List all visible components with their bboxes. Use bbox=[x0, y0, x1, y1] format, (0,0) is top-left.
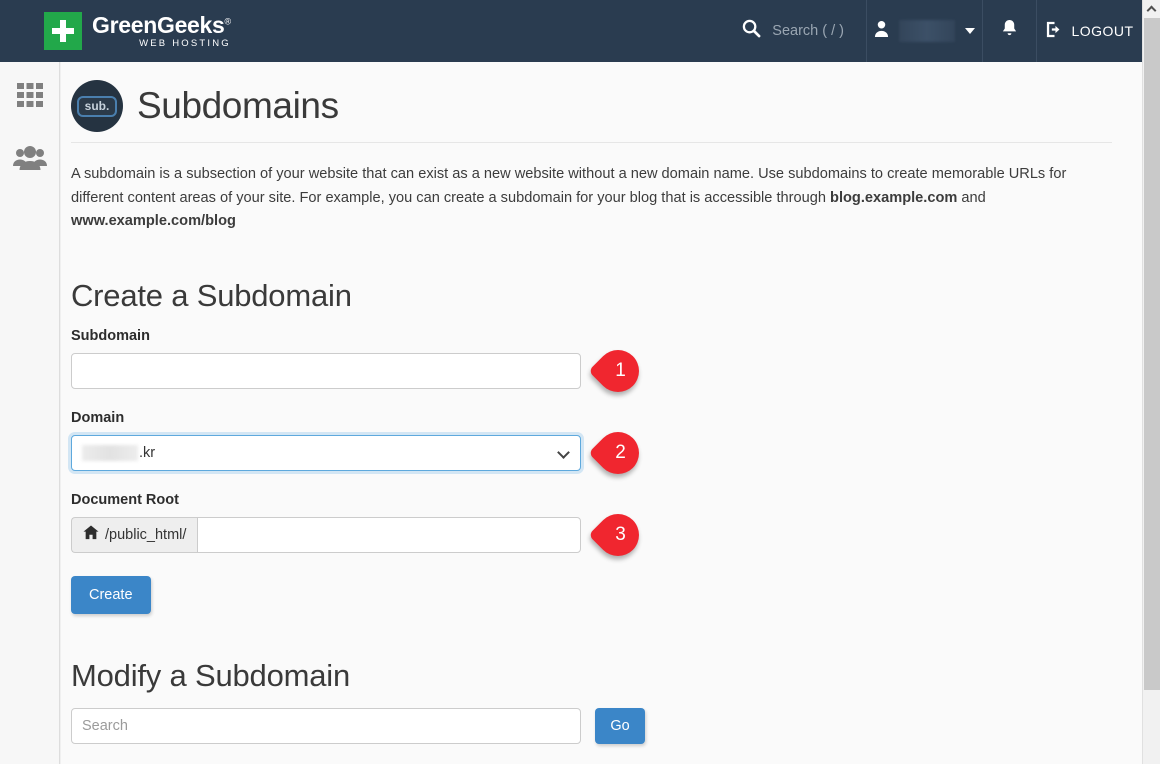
document-root-label: Document Root bbox=[71, 491, 179, 508]
grid-icon bbox=[16, 83, 43, 107]
subdomain-field-row: 1 bbox=[71, 341, 1112, 401]
chevron-up-icon bbox=[1146, 5, 1157, 16]
plus-icon bbox=[52, 20, 74, 42]
document-root-field-row: /public_html/ 3 bbox=[71, 505, 1112, 565]
callout-badge-3: 3 bbox=[588, 505, 648, 565]
scrollbar-thumb[interactable] bbox=[1144, 18, 1160, 690]
bell-icon bbox=[1001, 19, 1018, 43]
subdomain-input[interactable] bbox=[71, 352, 581, 389]
top-header-bar: GreenGeeks® WEB HOSTING Search ( / ) LOG… bbox=[0, 0, 1142, 62]
logo-name: GreenGeeks® bbox=[92, 11, 232, 38]
sidebar-item-user-manager[interactable] bbox=[10, 138, 50, 178]
scrollbar-up-button[interactable] bbox=[1143, 0, 1160, 18]
modify-section-title: Modify a Subdomain bbox=[71, 657, 351, 693]
description-text-2: and bbox=[957, 189, 986, 206]
main-content: sub. Subdomains A subdomain is a subsect… bbox=[61, 62, 1142, 764]
search-input[interactable]: Search ( / ) bbox=[772, 23, 844, 39]
document-root-group: /public_html/ bbox=[71, 516, 581, 553]
page-description: A subdomain is a subsection of your webs… bbox=[71, 163, 1112, 234]
logout-label: LOGOUT bbox=[1071, 23, 1134, 39]
domain-select[interactable]: .kr bbox=[71, 434, 581, 471]
document-root-prefix: /public_html/ bbox=[71, 516, 198, 553]
logout-icon bbox=[1045, 20, 1064, 42]
callout-badge-1: 1 bbox=[588, 341, 648, 401]
subdomain-label: Subdomain bbox=[71, 327, 150, 344]
document-root-input[interactable] bbox=[197, 516, 581, 553]
document-root-prefix-label: /public_html/ bbox=[105, 526, 187, 543]
modify-search-row: Go bbox=[71, 707, 1112, 744]
left-sidebar bbox=[0, 62, 60, 764]
sidebar-item-apps-grid[interactable] bbox=[10, 76, 50, 116]
logout-button[interactable]: LOGOUT bbox=[1036, 0, 1142, 62]
page-title: Subdomains bbox=[137, 85, 339, 126]
domain-tld: .kr bbox=[139, 444, 156, 461]
user-name-label bbox=[899, 20, 955, 42]
chevron-down-icon bbox=[965, 28, 975, 34]
page-header: sub. Subdomains bbox=[71, 80, 1112, 143]
logo-mark bbox=[44, 12, 82, 50]
callout-number: 2 bbox=[615, 441, 626, 463]
modify-search-input[interactable] bbox=[71, 707, 581, 744]
header-search[interactable]: Search ( / ) bbox=[732, 0, 866, 62]
callout-number: 3 bbox=[615, 523, 626, 545]
description-example-url: www.example.com/blog bbox=[71, 213, 236, 230]
description-example-domain: blog.example.com bbox=[830, 189, 958, 206]
go-button[interactable]: Go bbox=[595, 707, 645, 744]
user-menu[interactable] bbox=[866, 0, 982, 62]
create-button[interactable]: Create bbox=[71, 575, 151, 614]
domain-label: Domain bbox=[71, 409, 125, 426]
subdomain-icon-badge: sub. bbox=[76, 95, 118, 117]
callout-badge-2: 2 bbox=[588, 423, 648, 483]
notifications-button[interactable] bbox=[982, 0, 1036, 62]
brand-logo[interactable]: GreenGeeks® WEB HOSTING bbox=[0, 0, 231, 62]
callout-number: 1 bbox=[615, 359, 626, 381]
logo-tagline: WEB HOSTING bbox=[139, 37, 231, 49]
user-icon bbox=[874, 20, 889, 42]
subdomain-icon: sub. bbox=[71, 80, 123, 132]
domain-name-redacted bbox=[82, 444, 138, 461]
logo-trademark: ® bbox=[224, 16, 232, 27]
search-icon bbox=[742, 19, 761, 43]
users-icon bbox=[12, 146, 47, 170]
create-section-title: Create a Subdomain bbox=[71, 277, 352, 313]
header-spacer bbox=[231, 0, 732, 62]
chevron-down-icon bbox=[557, 446, 570, 459]
home-icon bbox=[83, 525, 99, 544]
domain-field-row: .kr 2 bbox=[71, 423, 1112, 483]
page-scrollbar[interactable] bbox=[1142, 0, 1160, 764]
logo-text: GreenGeeks® WEB HOSTING bbox=[92, 11, 232, 49]
